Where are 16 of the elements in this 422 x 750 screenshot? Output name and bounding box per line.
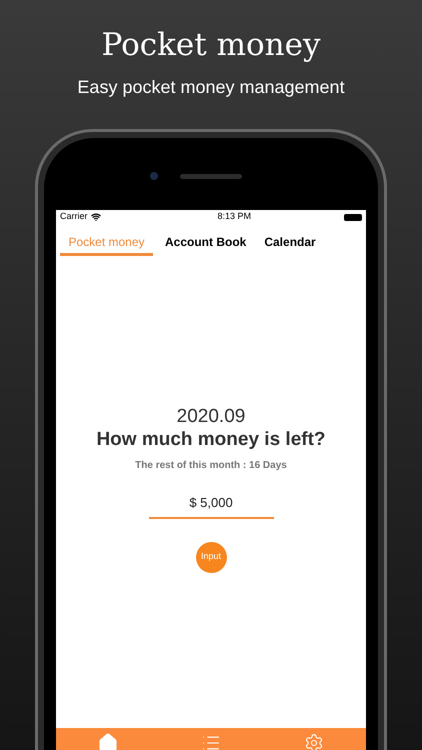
settings-icon [304,733,324,750]
question-heading: How much money is left? [96,428,326,452]
tab[interactable]: Calendar [258,230,322,256]
headline: Pocket money [102,27,320,63]
status-time: 8:13 PM [217,210,252,224]
carrier-label: Carrier [60,210,88,224]
wifi-icon [90,212,101,222]
battery-icon [344,214,362,220]
amount-field[interactable]: $ 5,000 [148,493,274,518]
home-icon [98,733,118,750]
tab[interactable]: Account Book [159,230,252,256]
camera-icon [150,172,158,180]
subtitle: Easy pocket money management [77,76,345,98]
month-label: 2020.09 [176,406,246,428]
speaker-icon [180,174,242,178]
remaining-days: The rest of this month : 16 Days [135,458,287,473]
